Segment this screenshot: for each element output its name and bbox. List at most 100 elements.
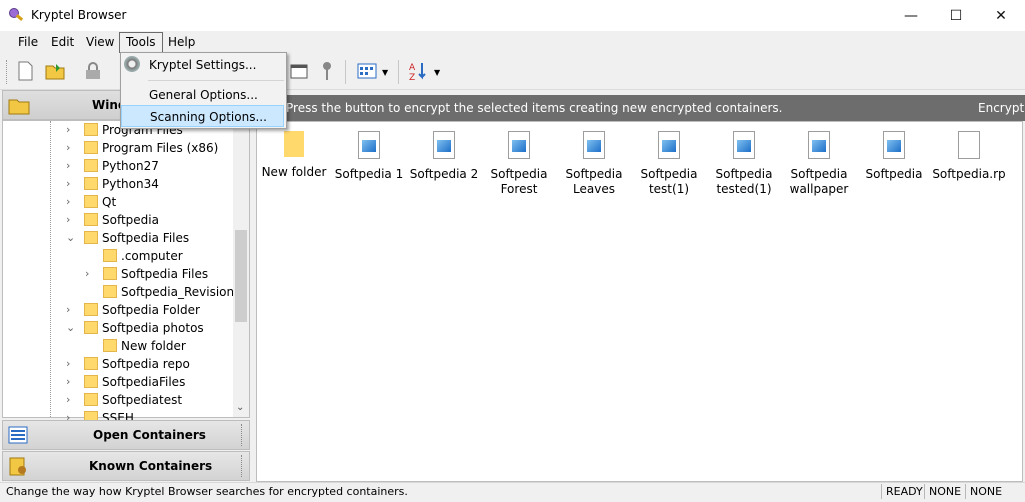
chevron-right-icon[interactable]: › bbox=[85, 265, 95, 283]
containers-list-icon bbox=[8, 426, 28, 444]
close-button[interactable]: ✕ bbox=[978, 0, 1024, 31]
file-item[interactable]: Softpedia wallpaper bbox=[781, 131, 857, 197]
toolbar-grip bbox=[6, 60, 9, 84]
image-file-icon bbox=[883, 131, 905, 159]
folder-icon bbox=[84, 195, 98, 208]
image-file-icon bbox=[358, 131, 380, 159]
maximize-button[interactable]: ☐ bbox=[933, 0, 979, 31]
tree-item[interactable]: › Program Files (x86) bbox=[2, 139, 232, 157]
known-containers-label: Known Containers bbox=[89, 459, 213, 473]
file-item[interactable]: New folder bbox=[256, 131, 332, 180]
file-item[interactable]: Softpedia test(1) bbox=[631, 131, 707, 197]
svg-text:A: A bbox=[409, 63, 416, 73]
tree-item[interactable]: › Python34 bbox=[2, 175, 232, 193]
chevron-right-icon[interactable]: › bbox=[66, 175, 76, 193]
chevron-right-icon[interactable]: › bbox=[66, 121, 76, 139]
tree-item[interactable]: › Softpedia Folder bbox=[2, 301, 232, 319]
tree-item[interactable]: › Python27 bbox=[2, 157, 232, 175]
tree-item-label: Softpedia bbox=[102, 213, 159, 227]
scroll-down-icon[interactable]: ⌄ bbox=[236, 402, 244, 413]
image-file-icon bbox=[508, 131, 530, 159]
title-bar bbox=[0, 0, 1025, 31]
panel-grip bbox=[241, 424, 244, 446]
new-file-icon[interactable] bbox=[14, 60, 36, 82]
sort-icon[interactable]: AZ bbox=[407, 60, 429, 82]
tree-item[interactable]: › Qt bbox=[2, 193, 232, 211]
tree-item[interactable]: › Softpediatest bbox=[2, 391, 232, 409]
view-mode-icon[interactable] bbox=[356, 60, 378, 82]
status-cell-2: NONE bbox=[970, 485, 1003, 498]
window-icon[interactable] bbox=[288, 60, 310, 82]
chevron-right-icon[interactable]: › bbox=[66, 355, 76, 373]
file-item[interactable]: Softpedia tested(1) bbox=[706, 131, 782, 197]
chevron-right-icon[interactable]: › bbox=[66, 301, 76, 319]
chevron-right-icon[interactable]: › bbox=[66, 139, 76, 157]
file-item[interactable]: Softpedia 1 bbox=[331, 131, 407, 182]
toolbar-separator bbox=[398, 60, 399, 84]
tree-item[interactable]: Softpedia_Revisions bbox=[2, 283, 240, 301]
known-containers-icon bbox=[9, 457, 26, 476]
file-name: Softpedia tested(1) bbox=[715, 167, 773, 196]
image-file-icon bbox=[733, 131, 755, 159]
status-cell-1: NONE bbox=[929, 485, 962, 498]
chevron-down-icon[interactable]: ⌄ bbox=[66, 319, 76, 337]
folder-icon bbox=[84, 141, 98, 154]
tree-item[interactable]: ⌄ Softpedia photos bbox=[2, 319, 232, 337]
tree-item[interactable]: ⌄ Softpedia Files bbox=[2, 229, 232, 247]
menu-item-kryptel-settings[interactable]: Kryptel Settings... bbox=[121, 54, 284, 76]
key-icon[interactable] bbox=[316, 60, 338, 82]
menu-file[interactable]: File bbox=[12, 33, 44, 52]
tree-item[interactable]: › Softpedia bbox=[2, 211, 232, 229]
view-mode-dropdown-arrow-icon[interactable]: ▼ bbox=[382, 68, 388, 77]
chevron-right-icon[interactable]: › bbox=[66, 193, 76, 211]
menu-item-general-options[interactable]: General Options... bbox=[121, 84, 284, 106]
tree-item[interactable]: .computer bbox=[2, 247, 232, 265]
menu-item-scanning-options[interactable]: Scanning Options... bbox=[121, 105, 284, 127]
file-item[interactable]: Softpedia 2 bbox=[406, 131, 482, 182]
svg-text:Z: Z bbox=[409, 73, 415, 82]
folder-icon bbox=[84, 123, 98, 136]
menu-view[interactable]: View bbox=[80, 33, 120, 52]
chevron-right-icon[interactable]: › bbox=[66, 157, 76, 175]
file-name: Softpedia 2 bbox=[409, 167, 479, 181]
tree-item-label: Qt bbox=[102, 195, 117, 209]
minimize-button[interactable]: — bbox=[888, 0, 934, 31]
tree-item[interactable]: › SoftpediaFiles bbox=[2, 373, 232, 391]
encrypt-button[interactable]: Encrypt bbox=[978, 101, 1024, 115]
lock-icon[interactable] bbox=[82, 60, 104, 82]
open-containers-label: Open Containers bbox=[93, 428, 206, 442]
folder-icon bbox=[284, 131, 304, 157]
menu-edit[interactable]: Edit bbox=[45, 33, 80, 52]
tree-item[interactable]: › Softpedia Files bbox=[2, 265, 232, 283]
file-item[interactable]: Softpedia Forest bbox=[481, 131, 557, 197]
file-item[interactable]: Softpedia Leaves bbox=[556, 131, 632, 197]
window-title: Kryptel Browser bbox=[31, 8, 127, 22]
tree-item-label: Softpedia_Revisions bbox=[121, 285, 241, 299]
folder-icon bbox=[103, 339, 117, 352]
tree-guide-line bbox=[50, 121, 51, 417]
menu-help[interactable]: Help bbox=[162, 33, 201, 52]
chevron-right-icon[interactable]: › bbox=[66, 211, 76, 229]
tree-item-label: New folder bbox=[121, 339, 186, 353]
status-separator bbox=[924, 484, 925, 499]
chevron-right-icon[interactable]: › bbox=[66, 373, 76, 391]
file-item[interactable]: Softpedia.rp bbox=[931, 131, 1007, 182]
tree-item-label: Softpedia Folder bbox=[102, 303, 200, 317]
open-folder-icon[interactable] bbox=[44, 60, 66, 82]
chevron-down-icon[interactable]: ⌄ bbox=[66, 229, 76, 247]
tree-item[interactable]: › Softpedia repo bbox=[2, 355, 232, 373]
panel-grip bbox=[241, 455, 244, 477]
tree-item[interactable]: New folder bbox=[2, 337, 232, 355]
tree-item-label: Softpedia Files bbox=[102, 231, 190, 245]
toolbar-separator bbox=[345, 60, 346, 84]
menu-tools[interactable]: Tools bbox=[119, 32, 163, 53]
file-icon bbox=[958, 131, 980, 159]
sort-dropdown-arrow-icon[interactable]: ▼ bbox=[434, 68, 440, 77]
tree-scroll-thumb[interactable] bbox=[235, 230, 247, 322]
folder-icon bbox=[84, 213, 98, 226]
app-logo-icon bbox=[9, 8, 24, 21]
folder-icon bbox=[84, 177, 98, 190]
file-name: New folder bbox=[261, 165, 327, 179]
file-item[interactable]: Softpedia bbox=[856, 131, 932, 182]
chevron-right-icon[interactable]: › bbox=[66, 391, 76, 409]
